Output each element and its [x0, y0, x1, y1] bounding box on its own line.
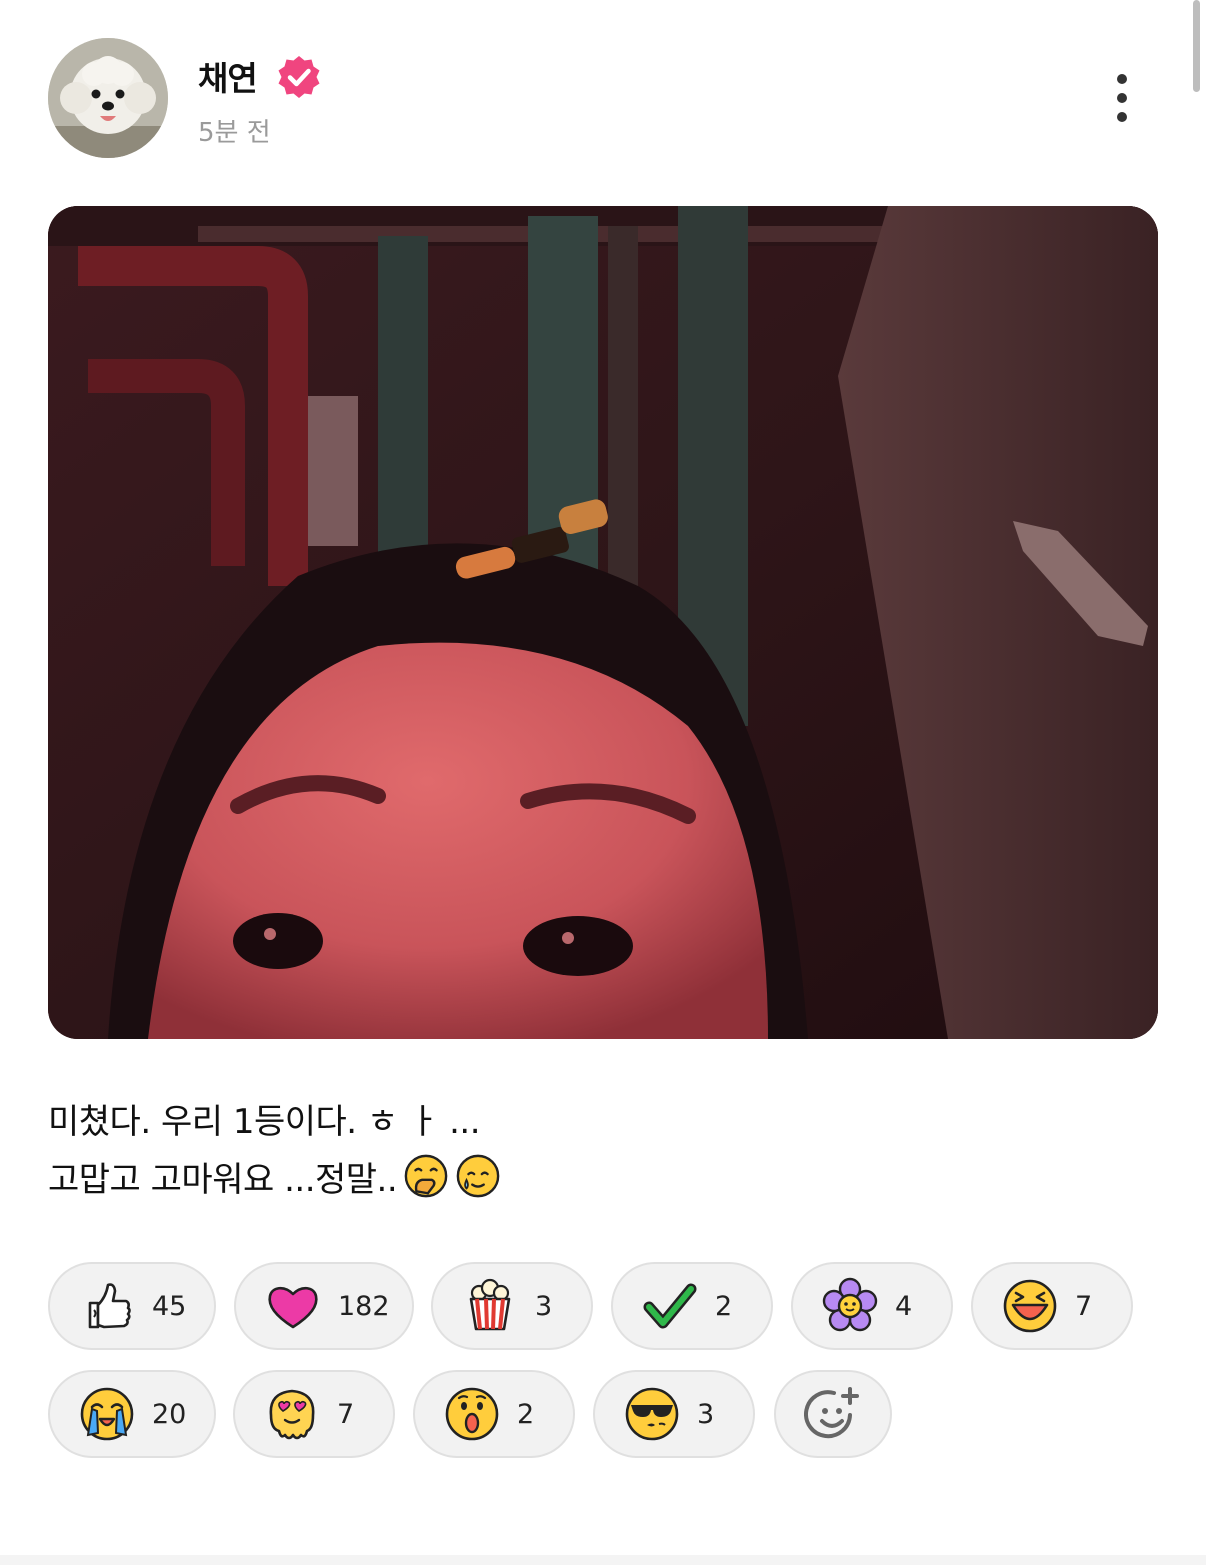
- post-timestamp: 5분 전: [198, 118, 271, 148]
- reaction-laughing[interactable]: 7: [971, 1262, 1133, 1350]
- hand-over-mouth-emoji-icon: [404, 1154, 448, 1198]
- reaction-count: 45: [152, 1290, 187, 1322]
- reaction-count: 2: [715, 1290, 733, 1322]
- reaction-check[interactable]: 2: [611, 1262, 773, 1350]
- more-dot: [1117, 74, 1127, 84]
- reaction-count: 3: [697, 1398, 715, 1430]
- heart-icon: [268, 1286, 318, 1329]
- reaction-count: 20: [152, 1398, 187, 1430]
- reaction-count: 4: [895, 1290, 913, 1322]
- laughing-face-icon: [1003, 1279, 1057, 1333]
- crying-face-icon: [80, 1387, 134, 1441]
- verified-badge-icon: [278, 56, 320, 98]
- reaction-count: 2: [517, 1398, 535, 1430]
- add-reaction-icon: [804, 1387, 859, 1439]
- more-dot: [1117, 93, 1127, 103]
- add-reaction-button[interactable]: [774, 1370, 892, 1458]
- flower-icon: [822, 1277, 878, 1332]
- caption-line: 미쳤다. 우리 1등이다. ㅎ ㅏ ...: [48, 1093, 501, 1151]
- reaction-crying[interactable]: 20: [48, 1370, 216, 1458]
- reaction-surprised[interactable]: 2: [413, 1370, 575, 1458]
- reaction-count: 3: [535, 1290, 553, 1322]
- surprised-face-icon: [445, 1387, 499, 1441]
- post-caption: 미쳤다. 우리 1등이다. ㅎ ㅏ ... 고맙고 고마워요 ...정말..: [48, 1093, 501, 1209]
- reaction-melting-heart-eyes[interactable]: 7: [233, 1370, 395, 1458]
- caption-line-text: 미쳤다. 우리 1등이다. ㅎ ㅏ ...: [48, 1102, 481, 1142]
- dog-avatar-icon: [48, 38, 168, 158]
- more-options-button[interactable]: [1100, 68, 1144, 128]
- post-photo[interactable]: [48, 206, 1158, 1039]
- reaction-flower[interactable]: 4: [791, 1262, 953, 1350]
- caption-line: 고맙고 고마워요 ...정말..: [48, 1151, 501, 1209]
- scrollbar[interactable]: [1193, 0, 1200, 92]
- selfie-photo: [48, 206, 1158, 1039]
- melting-heart-eyes-icon: [269, 1389, 315, 1440]
- reaction-heart[interactable]: 182: [234, 1262, 414, 1350]
- reaction-popcorn[interactable]: 3: [431, 1262, 593, 1350]
- reaction-count: 182: [338, 1290, 390, 1322]
- cool-face-icon: [625, 1387, 679, 1441]
- reaction-thumbs-up[interactable]: 45: [48, 1262, 216, 1350]
- author-name[interactable]: 채연: [198, 52, 258, 100]
- caption-line-text: 고맙고 고마워요 ...정말..: [48, 1160, 398, 1200]
- reaction-count: 7: [337, 1398, 355, 1430]
- check-icon: [643, 1283, 697, 1329]
- smiling-tear-emoji-icon: [456, 1154, 500, 1198]
- reaction-count: 7: [1075, 1290, 1093, 1322]
- thumbs-up-icon: [88, 1283, 131, 1329]
- more-dot: [1117, 112, 1127, 122]
- divider: [0, 1555, 1206, 1565]
- avatar[interactable]: [48, 38, 168, 158]
- reaction-cool[interactable]: 3: [593, 1370, 755, 1458]
- popcorn-icon: [469, 1278, 511, 1331]
